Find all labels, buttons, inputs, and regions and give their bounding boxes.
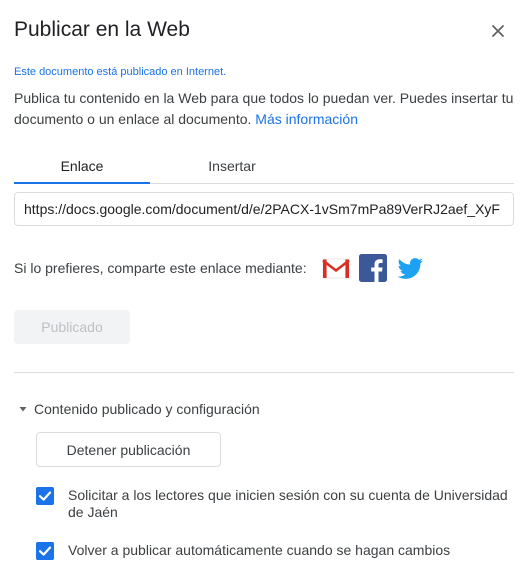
close-icon[interactable] [487, 20, 509, 42]
caret-down-icon [19, 407, 27, 412]
section-divider [14, 372, 514, 373]
gmail-icon[interactable] [320, 252, 352, 284]
tab-bar: Enlace Insertar [14, 150, 514, 184]
option-auto-republish: Volver a publicar automáticamente cuando… [36, 542, 450, 560]
stop-publishing-button[interactable]: Detener publicación [36, 432, 221, 467]
settings-section-toggle[interactable]: Contenido publicado y configuración [18, 401, 260, 417]
checkbox-checked-icon[interactable] [36, 542, 54, 560]
publish-status-text: Este documento está publicado en Interne… [14, 66, 227, 78]
option-require-signin-label: Solicitar a los lectores que inicien ses… [68, 487, 508, 520]
share-label: Si lo prefieres, comparte este enlace me… [14, 260, 307, 276]
dialog-title: Publicar en la Web [14, 18, 190, 41]
settings-section-label: Contenido publicado y configuración [34, 401, 260, 417]
share-row: Si lo prefieres, comparte este enlace me… [14, 254, 426, 282]
more-info-link[interactable]: Más información [255, 111, 358, 127]
link-url-field[interactable] [14, 192, 514, 226]
option-require-signin: Solicitar a los lectores que inicien ses… [36, 487, 508, 521]
description-text: Publica tu contenido en la Web para que … [14, 88, 514, 130]
tab-link[interactable]: Enlace [14, 150, 150, 184]
twitter-icon[interactable] [394, 252, 426, 284]
tab-embed[interactable]: Insertar [164, 150, 300, 183]
publish-to-web-dialog: Publicar en la Web Este documento está p… [0, 0, 523, 582]
facebook-icon[interactable] [357, 252, 389, 284]
option-auto-republish-label: Volver a publicar automáticamente cuando… [68, 542, 451, 558]
checkbox-checked-icon[interactable] [36, 487, 54, 505]
published-button: Publicado [14, 310, 130, 344]
